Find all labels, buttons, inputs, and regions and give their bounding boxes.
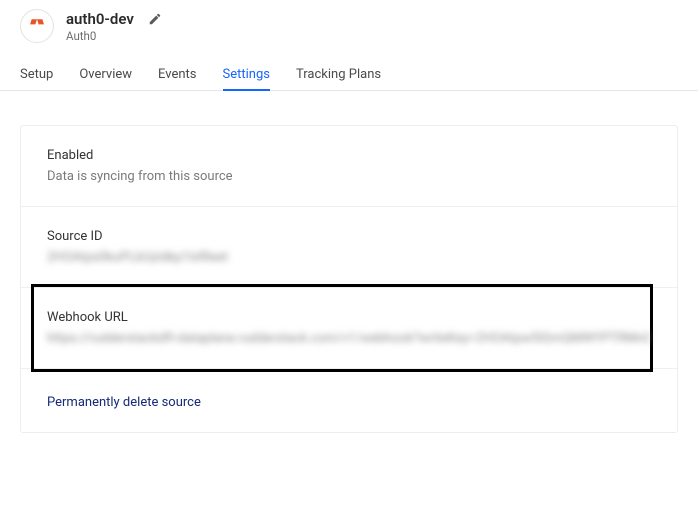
settings-panel: Enabled Data is syncing from this source…	[20, 125, 678, 433]
page-header: auth0-dev Auth0	[0, 0, 698, 49]
enabled-description: Data is syncing from this source	[47, 169, 651, 184]
title-block: auth0-dev Auth0	[66, 10, 162, 43]
tab-bar: Setup Overview Events Settings Tracking …	[0, 61, 698, 91]
webhook-url-value: https://rudderstackdft-dataplane.rudders…	[47, 331, 651, 346]
section-source-id: Source ID 2HOAtps0kuPLbUyIdkp1lxRleet	[21, 207, 677, 288]
section-delete: Permanently delete source	[21, 369, 677, 432]
tab-overview[interactable]: Overview	[79, 61, 132, 90]
edit-icon[interactable]	[148, 12, 162, 26]
section-enabled: Enabled Data is syncing from this source	[21, 126, 677, 207]
delete-source-link[interactable]: Permanently delete source	[47, 395, 201, 410]
tab-events[interactable]: Events	[158, 61, 196, 90]
tab-tracking-plans[interactable]: Tracking Plans	[296, 61, 381, 90]
section-webhook-url: Webhook URL https://rudderstackdft-datap…	[21, 288, 677, 369]
auth0-logo	[20, 9, 54, 43]
enabled-heading: Enabled	[47, 148, 651, 163]
source-id-heading: Source ID	[47, 229, 651, 244]
page-subtitle: Auth0	[66, 29, 162, 43]
source-id-value: 2HOAtps0kuPLbUyIdkp1lxRleet	[47, 250, 651, 265]
webhook-url-heading: Webhook URL	[47, 310, 651, 325]
settings-panel-wrap: Enabled Data is syncing from this source…	[0, 91, 698, 453]
tab-setup[interactable]: Setup	[20, 61, 53, 90]
auth0-icon	[28, 17, 46, 35]
tab-settings[interactable]: Settings	[223, 61, 270, 90]
page-title: auth0-dev	[66, 10, 134, 28]
